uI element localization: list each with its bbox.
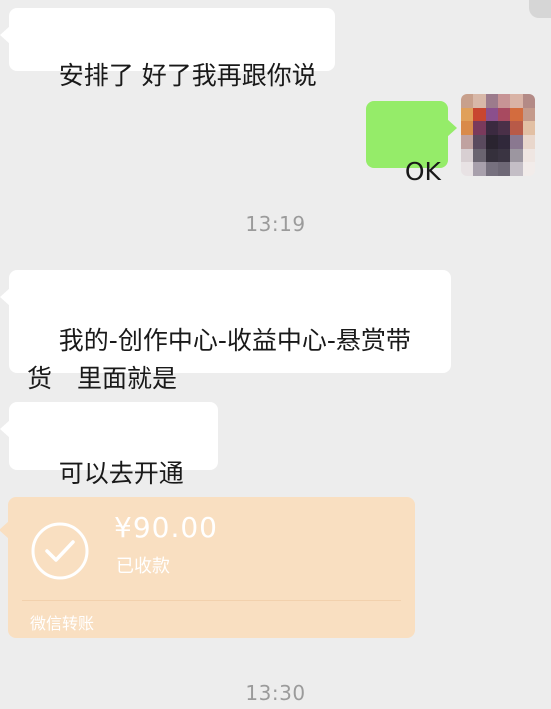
transfer-amount: ¥90.00 <box>114 511 218 544</box>
check-circle-icon <box>31 522 89 580</box>
transfer-label: 微信转账 <box>30 614 95 633</box>
message-bubble-1[interactable]: 安排了 好了我再跟你说 <box>0 8 335 90</box>
message-bubble-2[interactable]: OK <box>366 101 457 186</box>
transfer-divider <box>22 600 401 601</box>
message-text-3: 我的-创作中心-收益中心-悬赏带货 里面就是 <box>27 326 411 393</box>
message-bubble-3[interactable]: 我的-创作中心-收益中心-悬赏带货 里面就是 <box>0 270 451 393</box>
message-text-2: OK <box>404 157 441 186</box>
transfer-status: 已收款 <box>116 556 170 577</box>
timestamp: 13:30 <box>245 681 306 705</box>
timestamp: 13:19 <box>245 212 306 236</box>
avatar[interactable] <box>461 94 535 176</box>
chat-area: 安排了 好了我再跟你说 OK 13:19 我的-创作中心-收益中心-悬赏带货 里… <box>0 0 551 709</box>
transfer-card[interactable]: ¥90.00 已收款 微信转账 <box>0 497 415 638</box>
scroll-indicator <box>529 0 551 18</box>
message-text-1: 安排了 好了我再跟你说 <box>58 61 317 90</box>
message-bubble-4[interactable]: 可以去开通了 <box>0 402 218 526</box>
